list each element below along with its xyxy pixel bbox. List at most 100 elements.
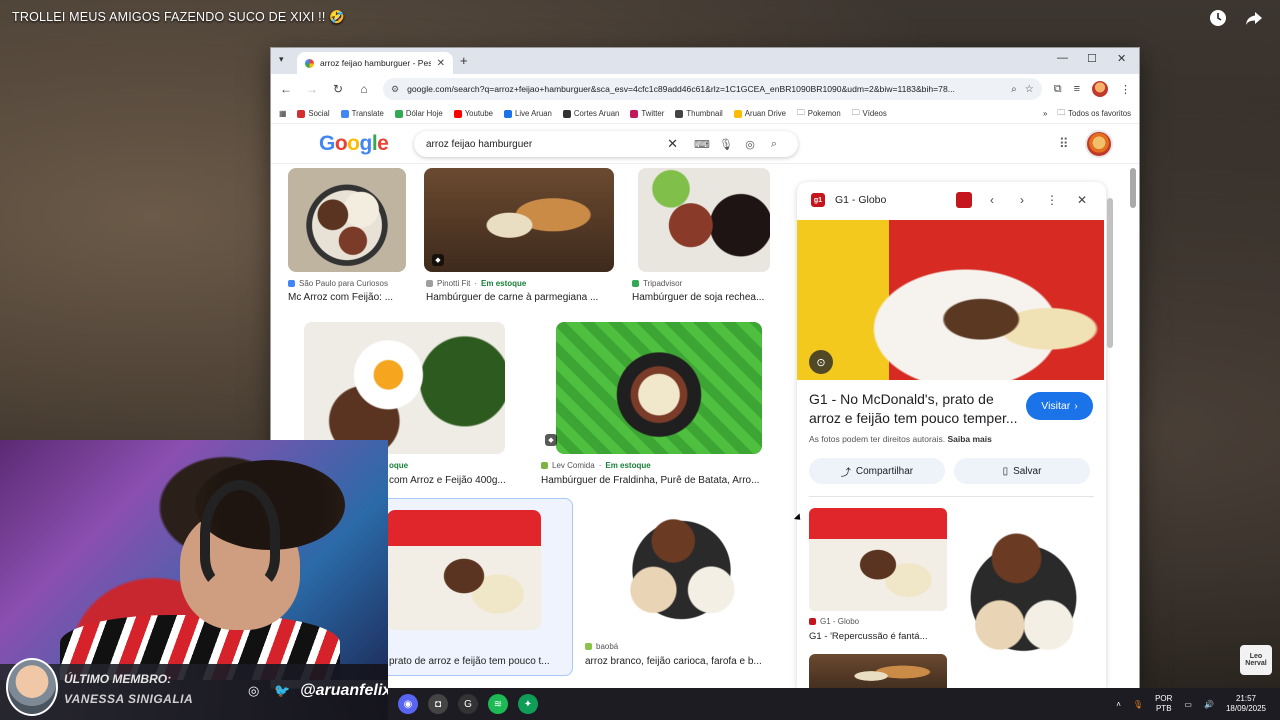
profile-avatar[interactable] <box>1092 81 1108 97</box>
camera-app-icon[interactable]: ◘ <box>428 694 448 714</box>
bookmark-social[interactable]: Social <box>297 109 330 118</box>
result-image[interactable] <box>424 168 614 272</box>
member-avatar <box>6 658 58 716</box>
bookmark-thumbnail[interactable]: Thumbnail <box>675 109 723 118</box>
lens-search-icon[interactable]: ⊙ <box>809 350 833 374</box>
bookmark-cortes-aruan[interactable]: Cortes Aruan <box>562 109 619 118</box>
preview-image[interactable] <box>797 220 1104 380</box>
result-image[interactable] <box>288 168 406 272</box>
visit-button[interactable]: Visitar › <box>1026 392 1093 420</box>
zoom-icon[interactable]: ⌕ <box>1011 84 1017 95</box>
bookmark-dolar-hoje[interactable]: Dólar Hoje <box>394 109 443 118</box>
preview-title[interactable]: G1 - No McDonald's, prato de arroz e fei… <box>809 390 1019 428</box>
page-scrollbar[interactable] <box>1130 168 1137 688</box>
save-button[interactable]: ▯ Salvar <box>954 458 1090 484</box>
panel-source[interactable]: G1 - Globo <box>835 194 886 206</box>
bookmark-twitter[interactable]: Twitter <box>630 109 664 118</box>
keyboard-icon[interactable]: ⌨ <box>690 138 714 151</box>
menu-kebab-icon[interactable]: ⋮ <box>1120 83 1131 96</box>
bookmark-youtube[interactable]: Youtube <box>453 109 493 118</box>
learn-more-link[interactable]: Saiba mais <box>947 434 991 444</box>
related-image[interactable] <box>809 654 947 688</box>
bookmark-label: Twitter <box>641 109 665 118</box>
search-box[interactable]: arroz feijao hamburguer ✕ ⌨ 🎙 ◎ ⌕ <box>414 131 798 157</box>
microphone-icon[interactable]: 🎙 <box>714 138 738 151</box>
more-bookmarks-icon[interactable]: » <box>1043 109 1047 118</box>
back-icon[interactable]: ← <box>279 82 293 96</box>
lens-icon[interactable]: ◎ <box>738 138 762 151</box>
new-tab-icon[interactable]: + <box>460 53 468 68</box>
maximize-icon[interactable]: ☐ <box>1087 52 1097 65</box>
result-title[interactable]: arroz branco, feijão carioca, farofa e b… <box>585 656 775 667</box>
bookmark-aruan-drive[interactable]: Aruan Drive <box>733 109 786 118</box>
result-source: baobá <box>585 642 618 651</box>
media-controls-icon[interactable]: ≡ <box>1074 83 1080 95</box>
omnibox[interactable]: ⚙ google.com/search?q=arroz+feijao+hambu… <box>383 78 1042 100</box>
language-indicator[interactable]: POR PTB <box>1155 694 1172 714</box>
bookmark-label: Live Aruan <box>515 109 552 118</box>
bookmark-translate[interactable]: Translate <box>340 109 384 118</box>
network-icon[interactable]: ▭ <box>1184 700 1192 709</box>
pdf-icon[interactable] <box>956 192 972 208</box>
panel-scrollbar[interactable] <box>1107 198 1113 348</box>
home-icon[interactable]: ⌂ <box>357 82 371 96</box>
tab-search-icon[interactable]: ▾ <box>279 54 284 65</box>
url-text[interactable]: google.com/search?q=arroz+feijao+hamburg… <box>407 84 1003 94</box>
drive-icon <box>733 109 742 118</box>
clock[interactable]: 21:57 18/09/2025 <box>1226 694 1266 714</box>
related-title[interactable]: G1 - 'Repercussão é fantá... <box>809 631 928 642</box>
site-info-icon[interactable]: ⚙ <box>391 84 399 95</box>
bookmark-videos[interactable]: 🗀 Vídeos <box>852 107 887 120</box>
microphone-tray-icon[interactable]: 🎙 <box>1133 700 1143 709</box>
discord-icon[interactable]: ◉ <box>398 694 418 714</box>
volume-icon[interactable]: 🔊 <box>1204 700 1214 709</box>
result-image[interactable] <box>304 322 505 454</box>
chevron-up-icon[interactable]: ˄ <box>1116 700 1121 709</box>
bookmark-star-icon[interactable]: ☆ <box>1025 84 1034 95</box>
app-icon[interactable]: ✦ <box>518 694 538 714</box>
result-title[interactable]: com Arroz e Feijão 400g... <box>389 475 524 486</box>
account-avatar[interactable] <box>1085 130 1113 158</box>
spotify-icon[interactable]: ≋ <box>488 694 508 714</box>
clock-icon[interactable] <box>1208 8 1228 28</box>
result-title[interactable]: prato de arroz e feijão tem pouco t... <box>389 656 569 667</box>
share-button[interactable]: ⤴ Compartilhar <box>809 458 945 484</box>
search-input[interactable]: arroz feijao hamburguer <box>426 139 667 150</box>
browser-window: ▾ arroz feijao hamburguer - Pesq ✕ + — ☐… <box>271 48 1139 688</box>
google-header: Google arroz feijao hamburguer ✕ ⌨ 🎙 ◎ ⌕… <box>271 124 1139 164</box>
search-icon[interactable]: ⌕ <box>762 138 786 151</box>
close-tab-icon[interactable]: ✕ <box>437 58 445 69</box>
result-image[interactable] <box>387 510 541 630</box>
result-image[interactable] <box>599 504 764 636</box>
previous-icon[interactable]: ‹ <box>982 193 1002 207</box>
bookmark-label: Pokemon <box>807 109 841 118</box>
result-title[interactable]: Hambúrguer de soja recheа... <box>632 292 777 303</box>
apps-grid-icon[interactable]: ▦ <box>279 109 286 118</box>
share-icon[interactable] <box>1244 8 1264 28</box>
google-apps-icon[interactable]: ⠿ <box>1059 136 1069 152</box>
result-image[interactable] <box>556 322 762 454</box>
related-image[interactable] <box>809 508 947 611</box>
extensions-icon[interactable]: ⧉ <box>1054 83 1062 96</box>
close-window-icon[interactable]: ✕ <box>1117 52 1126 65</box>
bookmark-live-aruan[interactable]: Live Aruan <box>504 109 552 118</box>
result-title[interactable]: Hambúrguer de carne à parmegiana ... <box>426 292 616 303</box>
bookmark-pokemon[interactable]: 🗀 Pokemon <box>797 107 841 120</box>
github-icon[interactable]: G <box>458 694 478 714</box>
related-image[interactable] <box>954 508 1093 688</box>
next-icon[interactable]: › <box>1012 193 1032 207</box>
tab-google-search[interactable]: arroz feijao hamburguer - Pesq ✕ <box>297 52 453 74</box>
forward-icon[interactable]: → <box>305 82 319 96</box>
result-image[interactable] <box>638 168 770 272</box>
bookmark-label: Vídeos <box>862 109 887 118</box>
reload-icon[interactable]: ↻ <box>331 82 345 96</box>
all-bookmarks[interactable]: 🗀 Todos os favoritos <box>1057 107 1131 120</box>
minimize-icon[interactable]: — <box>1057 52 1068 64</box>
clear-search-icon[interactable]: ✕ <box>667 136 678 152</box>
close-panel-icon[interactable]: ✕ <box>1072 193 1092 207</box>
google-logo[interactable]: Google <box>319 132 389 156</box>
result-title[interactable]: Mc Arroz com Feijão: ... <box>288 292 408 303</box>
scrollbar-thumb[interactable] <box>1130 168 1136 208</box>
more-options-icon[interactable]: ⋮ <box>1042 193 1062 207</box>
result-title[interactable]: Hambúrguer de Fraldinha, Purê de Batata,… <box>541 475 776 486</box>
